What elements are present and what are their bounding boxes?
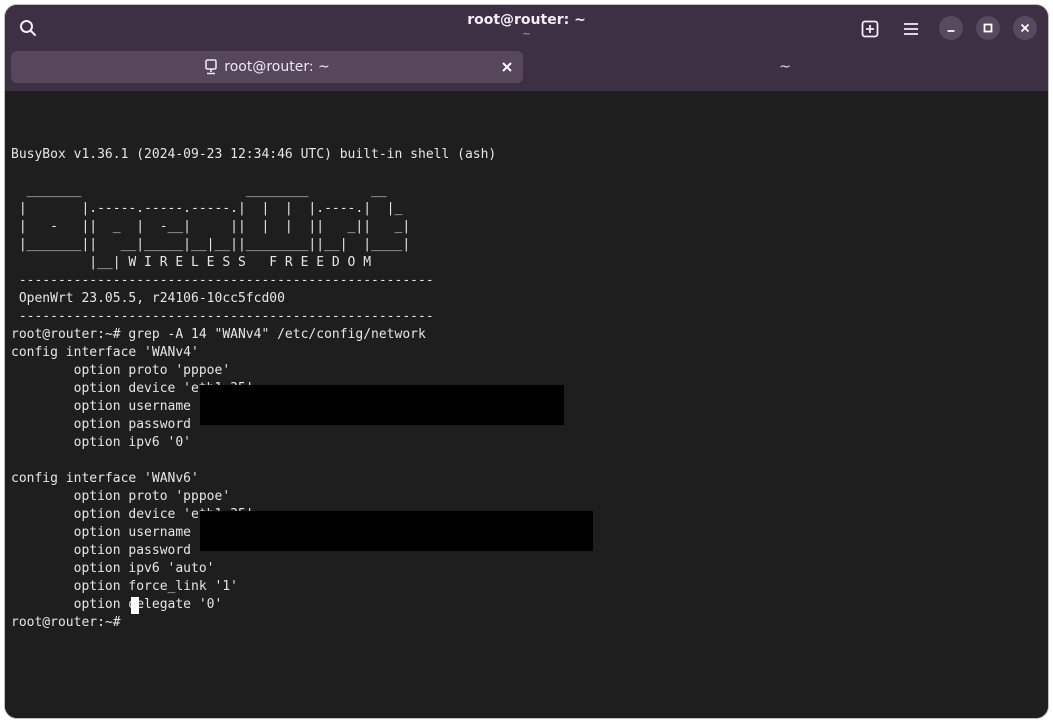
terminal-line: root@router:~#	[11, 615, 129, 630]
redacted-credentials	[200, 511, 593, 551]
terminal-line: | - || _ | -__| || | | || _|| _|	[11, 219, 411, 234]
terminal-icon	[205, 59, 218, 75]
terminal-line: |__| W I R E L E S S F R E E D O M	[11, 255, 372, 270]
terminal-line: root@router:~# grep -A 14 "WANv4" /etc/c…	[11, 327, 426, 342]
terminal-cursor	[131, 597, 139, 614]
terminal-line: _______ ________ __	[11, 183, 387, 198]
maximize-button[interactable]	[976, 16, 1000, 40]
menu-button[interactable]	[899, 17, 923, 41]
terminal-line: config interface 'WANv4'	[11, 345, 199, 360]
tab-root-router[interactable]: root@router: ~	[11, 51, 523, 83]
terminal-line: OpenWrt 23.05.5, r24106-10cc5fcd00	[11, 291, 285, 306]
new-tab-button[interactable]	[858, 17, 882, 41]
terminal-line: option ipv6 'auto'	[11, 561, 215, 576]
terminal-output: BusyBox v1.36.1 (2024-09-23 12:34:46 UTC…	[11, 128, 496, 632]
terminal-line: option delegate '0'	[11, 597, 223, 612]
header-bar[interactable]: root@router: ~ ~ root@router: ~ ~	[5, 5, 1048, 91]
terminal-line: option force_link '1'	[11, 579, 238, 594]
terminal-line: option proto 'pppoe'	[11, 489, 231, 504]
close-button[interactable]	[1013, 16, 1037, 40]
window-subtitle: ~	[522, 29, 531, 40]
tab-label: root@router: ~	[224, 59, 330, 75]
redacted-credentials	[200, 385, 564, 425]
terminal-line: | |.-----.-----.-----.| | | |.----.| |_	[11, 201, 403, 216]
tab-home[interactable]: ~	[529, 51, 1041, 83]
terminal-line: BusyBox v1.36.1 (2024-09-23 12:34:46 UTC…	[11, 147, 497, 162]
close-icon	[1020, 23, 1030, 33]
maximize-icon	[983, 23, 993, 33]
tab-close-button[interactable]	[499, 59, 515, 75]
minimize-icon	[947, 30, 955, 32]
terminal-window: root@router: ~ ~ root@router: ~ ~ BusyBo…	[5, 5, 1048, 718]
terminal-line: ----------------------------------------…	[11, 309, 434, 324]
terminal-line: option ipv6 '0'	[11, 435, 192, 450]
terminal-line: ----------------------------------------…	[11, 273, 434, 288]
new-tab-icon	[861, 20, 879, 38]
terminal-line: option proto 'pppoe'	[11, 363, 231, 378]
tab-close-icon	[502, 62, 512, 72]
minimize-button[interactable]	[939, 16, 963, 40]
window-title: root@router: ~	[467, 12, 586, 28]
tab-label: ~	[779, 59, 791, 75]
hamburger-menu-icon	[904, 23, 918, 35]
terminal-view[interactable]: BusyBox v1.36.1 (2024-09-23 12:34:46 UTC…	[5, 91, 1048, 718]
terminal-line: |_______|| __|_____|__|__||________||__|…	[11, 237, 411, 252]
terminal-line: config interface 'WANv6'	[11, 471, 199, 486]
